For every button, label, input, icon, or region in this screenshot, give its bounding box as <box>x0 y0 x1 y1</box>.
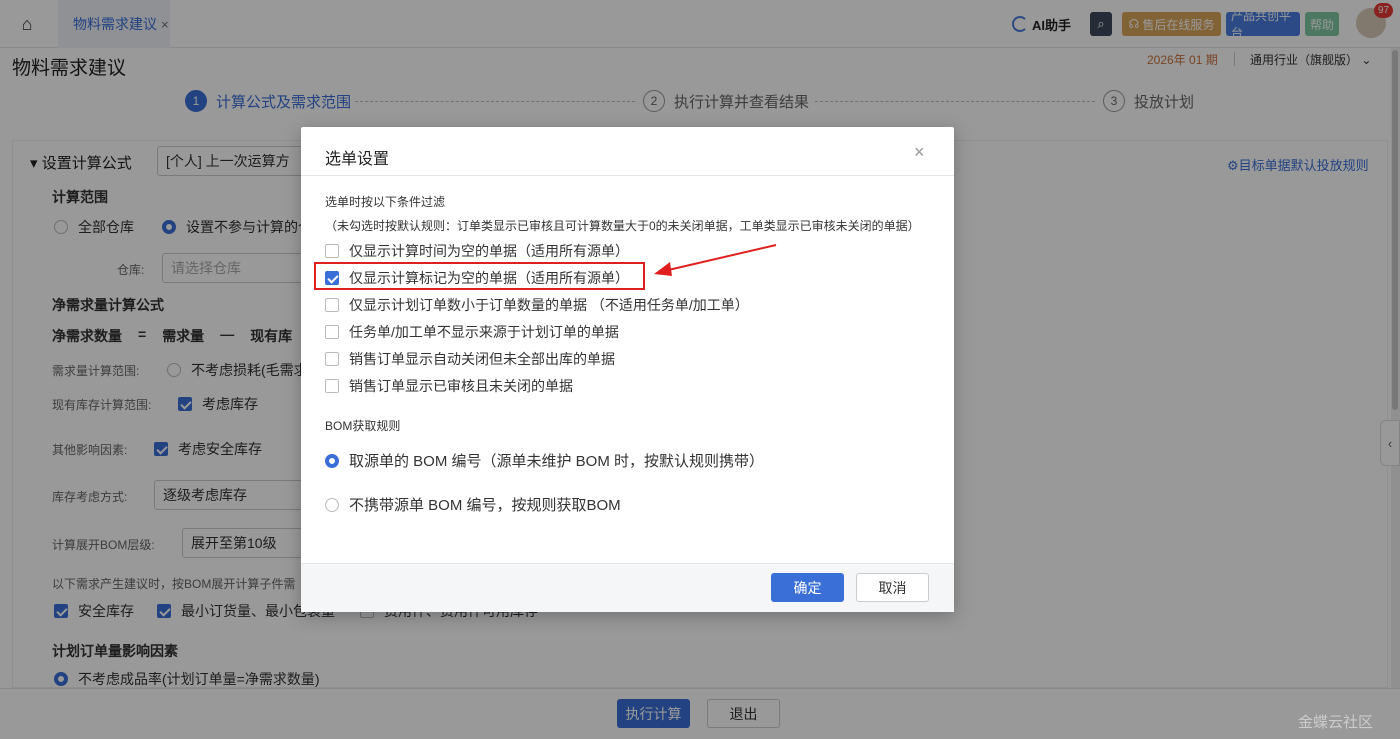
filter-option[interactable]: 销售订单显示自动关闭但未全部出库的单据 <box>325 349 615 369</box>
filter-option[interactable]: 仅显示计划订单数小于订单数量的单据 （不适用任务单/加工单） <box>325 295 749 315</box>
annotation-arrow-icon <box>654 244 777 276</box>
ok-button[interactable]: 确定 <box>771 573 844 602</box>
checkbox-icon <box>325 244 339 258</box>
filter-option[interactable]: 销售订单显示已审核且未关闭的单据 <box>325 376 573 396</box>
filter-option[interactable]: 任务单/加工单不显示来源于计划订单的单据 <box>325 322 619 342</box>
radio-icon <box>325 497 339 512</box>
option-label: 取源单的 BOM 编号（源单未维护 BOM 时，按默认规则携带） <box>349 453 765 470</box>
option-label: 任务单/加工单不显示来源于计划订单的单据 <box>349 324 619 340</box>
cancel-button[interactable]: 取消 <box>856 573 929 602</box>
filter-title: 选单时按以下条件过滤 <box>325 195 446 209</box>
select-settings-dialog: 选单设置 × 选单时按以下条件过滤 （未勾选时按默认规则：订单类显示已审核且可计… <box>301 127 954 612</box>
checkbox-icon <box>325 352 339 366</box>
option-label: 销售订单显示已审核且未关闭的单据 <box>349 378 573 394</box>
divider <box>301 175 954 176</box>
checkbox-icon <box>325 379 339 393</box>
close-icon[interactable]: × <box>914 142 925 163</box>
option-label: 仅显示计划订单数小于订单数量的单据 （不适用任务单/加工单） <box>349 297 749 313</box>
option-label: 仅显示计算时间为空的单据（适用所有源单） <box>349 243 629 259</box>
bom-option[interactable]: 取源单的 BOM 编号（源单未维护 BOM 时，按默认规则携带） <box>325 450 764 471</box>
bom-option[interactable]: 不携带源单 BOM 编号，按规则获取BOM <box>325 494 621 515</box>
option-label: 不携带源单 BOM 编号，按规则获取BOM <box>349 497 621 514</box>
filter-note: （未勾选时按默认规则：订单类显示已审核且可计算数量大于0的未关闭单据，工单类显示… <box>325 219 920 233</box>
checkbox-icon <box>325 298 339 312</box>
highlight-box <box>314 262 645 290</box>
dialog-title: 选单设置 <box>325 151 390 168</box>
option-label: 销售订单显示自动关闭但未全部出库的单据 <box>349 351 615 367</box>
bom-title: BOM获取规则 <box>325 419 401 433</box>
filter-option[interactable]: 仅显示计算时间为空的单据（适用所有源单） <box>325 241 629 261</box>
checkbox-icon <box>325 325 339 339</box>
watermark: 金蝶云社区 <box>1298 714 1374 731</box>
radio-icon <box>325 453 339 468</box>
